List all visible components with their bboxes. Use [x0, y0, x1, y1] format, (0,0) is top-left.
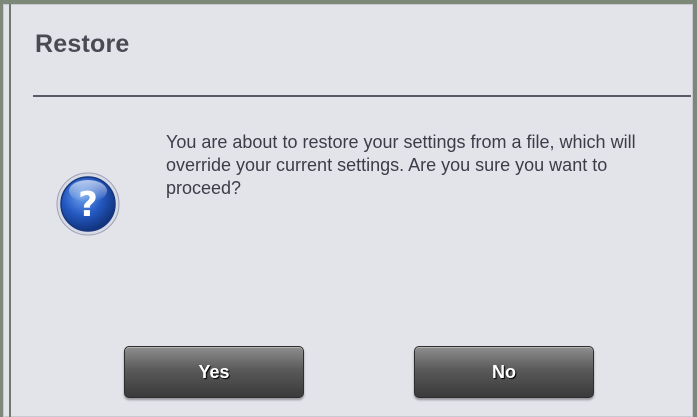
no-button[interactable]: No — [414, 346, 594, 398]
title-divider — [33, 95, 691, 97]
yes-button[interactable]: Yes — [124, 346, 304, 398]
dialog-title: Restore — [35, 30, 130, 58]
question-glyph: ? — [78, 185, 98, 225]
question-icon: ? — [55, 171, 121, 237]
dialog-message: You are about to restore your settings f… — [166, 132, 636, 198]
window-left-edge — [9, 4, 11, 417]
